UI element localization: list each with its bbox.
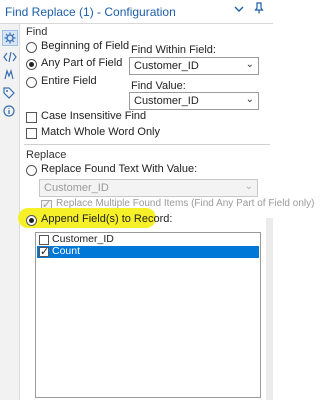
append-fields-label[interactable]: Append Field(s) to Record: (41, 213, 172, 225)
field-label: Count (52, 245, 81, 257)
field-label: Customer_ID (52, 233, 114, 245)
beginning-of-field-label[interactable]: Beginning of Field (41, 40, 129, 52)
chevron-down-icon: ⌄ (244, 181, 253, 192)
chevron-down-icon: ⌄ (245, 94, 254, 105)
scrollbar[interactable] (266, 218, 273, 400)
append-fields-list[interactable]: Customer_ID ✓ Count (35, 232, 261, 398)
tag-icon[interactable] (2, 86, 18, 102)
radio-any-part-of-field[interactable] (26, 59, 37, 70)
find-section-label: Find (26, 26, 48, 38)
checkmark-icon: ✓ (40, 246, 50, 258)
list-item[interactable]: ✓ Count (37, 245, 259, 258)
section-divider (24, 144, 270, 145)
match-whole-word-checkbox[interactable] (26, 128, 37, 139)
field-checkbox[interactable]: ✓ (39, 246, 50, 258)
entire-field-label[interactable]: Entire Field (41, 75, 97, 87)
radio-selected-dot (29, 62, 34, 67)
pin-icon[interactable] (251, 2, 267, 20)
tool-sidebar (0, 24, 20, 400)
radio-selected-dot (29, 218, 34, 223)
any-part-of-field-label[interactable]: Any Part of Field (41, 57, 122, 69)
find-value-value: Customer_ID (134, 95, 199, 107)
replace-value-dropdown[interactable]: Customer_ID ⌄ (39, 179, 258, 197)
configuration-icon[interactable] (2, 30, 18, 46)
info-icon[interactable] (2, 104, 18, 120)
radio-beginning-of-field[interactable] (26, 42, 37, 53)
find-within-field-dropdown[interactable]: Customer_ID ⌄ (129, 57, 259, 75)
find-value-label: Find Value: (131, 80, 186, 92)
replace-value-value: Customer_ID (44, 182, 109, 194)
field-checkbox[interactable] (39, 235, 49, 245)
window-title: Find Replace (1) - Configuration (5, 5, 176, 19)
replace-found-text-label[interactable]: Replace Found Text With Value: (41, 163, 197, 175)
chevron-down-icon: ⌄ (245, 59, 254, 70)
chevron-down-icon[interactable] (231, 2, 247, 20)
case-insensitive-label[interactable]: Case Insensitive Find (41, 110, 146, 122)
find-within-field-value: Customer_ID (134, 60, 199, 72)
replace-section-label: Replace (26, 149, 67, 161)
radio-entire-field[interactable] (26, 77, 37, 88)
case-insensitive-checkbox[interactable] (26, 112, 37, 123)
find-within-field-label: Find Within Field: (131, 44, 216, 56)
find-value-dropdown[interactable]: Customer_ID ⌄ (129, 92, 259, 110)
xml-icon[interactable] (2, 50, 18, 66)
match-whole-word-label[interactable]: Match Whole Word Only (41, 126, 160, 138)
meta-info-icon[interactable] (2, 68, 18, 84)
title-bar: Find Replace (1) - Configuration (0, 0, 273, 24)
radio-replace-found-text[interactable] (26, 165, 37, 176)
configuration-panel: Find Beginning of Field Any Part of Fiel… (18, 24, 314, 400)
radio-append-fields[interactable] (26, 215, 37, 226)
